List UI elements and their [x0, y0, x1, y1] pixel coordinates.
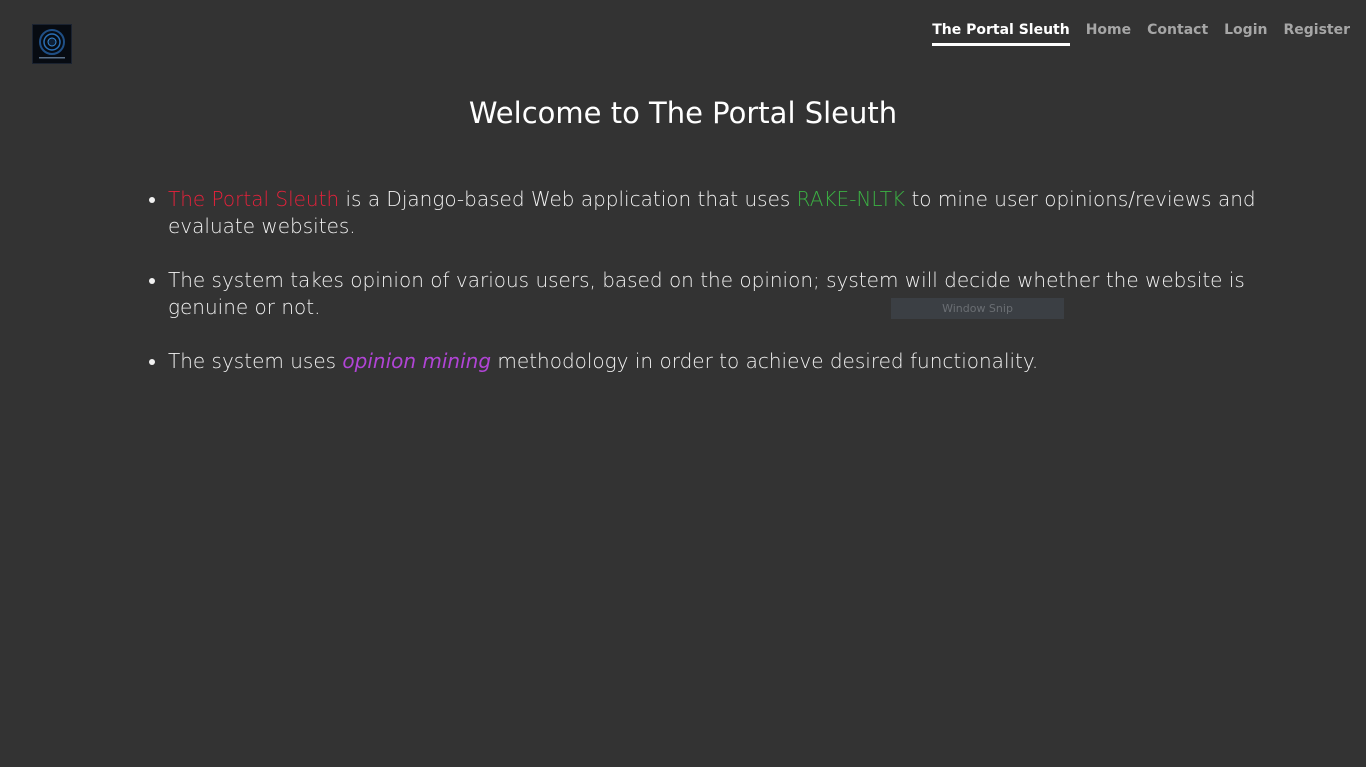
nav-item-home[interactable]: Home	[1086, 22, 1131, 46]
highlight-opinion-mining: opinion mining	[342, 349, 492, 373]
highlight-rake-nltk: RAKE-NLTK	[796, 187, 906, 211]
feature-list: The Portal Sleuth is a Django-based Web …	[130, 186, 1258, 402]
highlight-app-name: The Portal Sleuth	[168, 187, 340, 211]
point-text: methodology in order to achieve desired …	[491, 349, 1039, 373]
point-text: The system takes opinion of various user…	[168, 268, 1245, 319]
nav-item-the-portal-sleuth[interactable]: The Portal Sleuth	[932, 22, 1070, 46]
page: The Portal Sleuth Home Contact Login Reg…	[0, 0, 1366, 767]
nav-item-login[interactable]: Login	[1224, 22, 1267, 46]
nav-item-contact[interactable]: Contact	[1147, 22, 1208, 46]
list-item: The system uses opinion mining methodolo…	[168, 348, 1258, 375]
list-item: The Portal Sleuth is a Django-based Web …	[168, 186, 1258, 240]
portal-logo-graphic	[39, 29, 65, 59]
point-text: is a Django-based Web application that u…	[339, 187, 797, 211]
nav-item-register[interactable]: Register	[1283, 22, 1350, 46]
window-snip-tooltip: Window Snip	[891, 298, 1064, 319]
top-nav: The Portal Sleuth Home Contact Login Reg…	[932, 22, 1350, 46]
list-item: The system takes opinion of various user…	[168, 267, 1258, 321]
portal-logo-icon[interactable]	[32, 24, 72, 64]
page-title: Welcome to The Portal Sleuth	[468, 96, 898, 130]
point-text: The system uses	[168, 349, 343, 373]
